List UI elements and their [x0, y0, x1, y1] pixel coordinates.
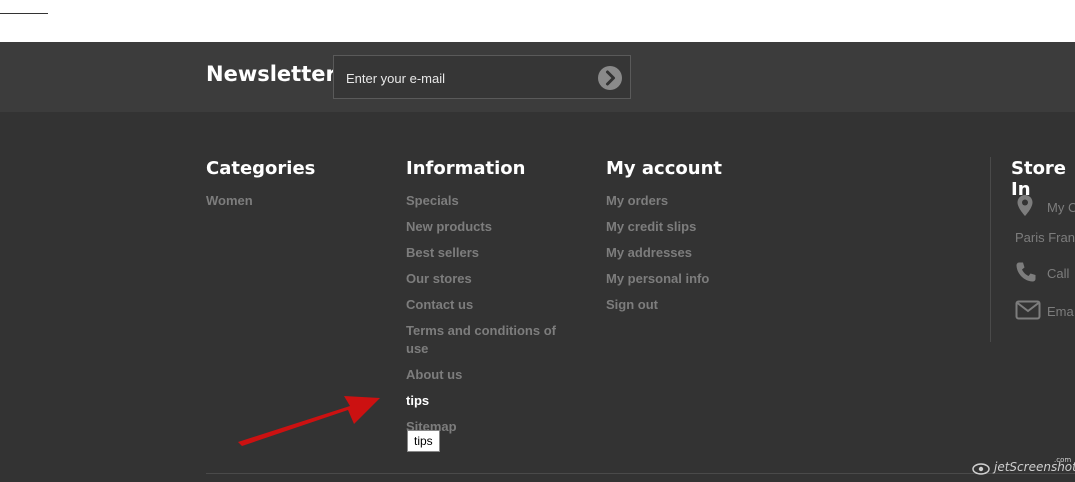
envelope-icon: [1015, 300, 1041, 320]
account-link-addresses[interactable]: My addresses: [606, 244, 786, 270]
information-list: Specials New products Best sellers Our s…: [406, 192, 576, 444]
store-info-divider: [990, 157, 991, 342]
red-arrow-annotation: [238, 396, 380, 446]
map-marker-icon: [1017, 195, 1033, 216]
info-link-new-products[interactable]: New products: [406, 218, 576, 244]
my-account-title: My account: [606, 158, 722, 179]
my-account-list: My orders My credit slips My addresses M…: [606, 192, 786, 322]
info-link-our-stores[interactable]: Our stores: [406, 270, 576, 296]
chevron-right-icon: [606, 70, 615, 86]
information-title: Information: [406, 158, 526, 179]
info-link-specials[interactable]: Specials: [406, 192, 576, 218]
phone-icon: [1016, 262, 1036, 282]
top-left-underline: [0, 13, 48, 14]
account-link-orders[interactable]: My orders: [606, 192, 786, 218]
newsletter-form: [333, 55, 631, 99]
info-link-contact-us[interactable]: Contact us: [406, 296, 576, 322]
info-link-about-us[interactable]: About us: [406, 366, 576, 392]
account-link-credit-slips[interactable]: My credit slips: [606, 218, 786, 244]
info-link-tips[interactable]: tips: [406, 392, 576, 418]
watermark-logo: jetScreenshot .com: [994, 456, 1075, 474]
account-link-personal-info[interactable]: My personal info: [606, 270, 786, 296]
categories-title: Categories: [206, 158, 316, 179]
store-address-line1: My C: [1047, 200, 1075, 215]
newsletter-email-input[interactable]: [346, 68, 586, 88]
info-link-terms[interactable]: Terms and conditions of use: [406, 322, 576, 366]
newsletter-submit-button[interactable]: [598, 66, 622, 90]
info-link-best-sellers[interactable]: Best sellers: [406, 244, 576, 270]
categories-list: Women: [206, 192, 386, 218]
tips-tooltip: tips: [407, 430, 440, 452]
category-link-women[interactable]: Women: [206, 192, 386, 218]
store-email[interactable]: Ema: [1047, 304, 1074, 319]
watermark-suffix: .com: [1054, 456, 1072, 464]
store-phone: Call: [1047, 266, 1070, 281]
account-link-sign-out[interactable]: Sign out: [606, 296, 786, 322]
newsletter-title: Newsletter: [206, 62, 336, 86]
page-top-area: [0, 0, 1075, 42]
camera-logo-icon: [972, 463, 990, 475]
store-address-line2: Paris Fran: [1015, 230, 1075, 245]
footer-bottom-rule: [206, 473, 1075, 474]
